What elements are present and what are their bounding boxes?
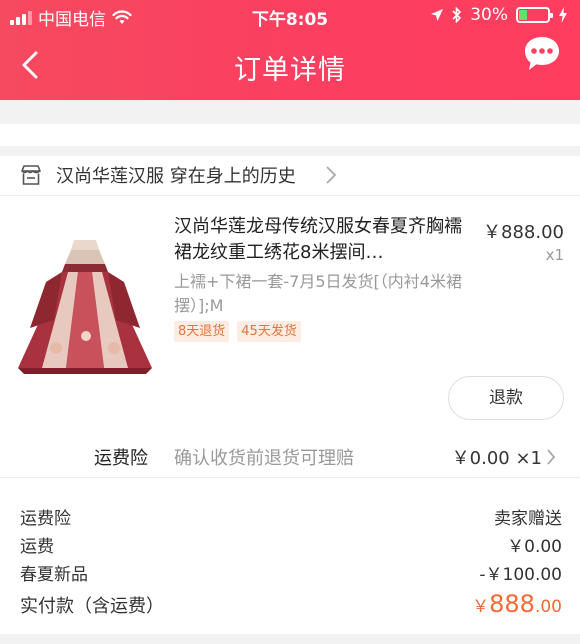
product-title[interactable]: 汉尚华莲龙母传统汉服女春夏齐胸襦裙龙纹重工绣花8米摆间… (174, 214, 464, 266)
shop-row[interactable]: 汉尚华莲汉服 穿在身上的历史 (0, 156, 580, 196)
chevron-right-icon[interactable] (325, 165, 337, 185)
product-qty: x1 (545, 246, 564, 264)
store-icon (21, 165, 41, 185)
shipping-insurance-row[interactable]: 运费险 确认收货前退货可理赔 ￥0.00 ×1 (0, 432, 580, 478)
nav-bar: 订单详情 (0, 32, 580, 100)
status-bar: 中国电信 下午8:05 30% (0, 0, 580, 32)
product-image[interactable] (16, 236, 154, 382)
top-gap (0, 100, 580, 124)
insurance-label: 运费险 (94, 448, 148, 469)
tag-ship: 45天发货 (237, 321, 301, 342)
summary-value: -￥100.00 (479, 565, 562, 585)
header: 中国电信 下午8:05 30% 订单详情 (0, 0, 580, 100)
bottom-gap (0, 634, 580, 644)
chevron-right-icon[interactable] (546, 448, 556, 466)
total-currency: ￥ (472, 597, 490, 617)
summary-value: 卖家赠送 (494, 509, 562, 529)
summary-row: 运费险 卖家赠送 (20, 504, 562, 532)
insurance-value: ￥0.00 ×1 (451, 448, 542, 469)
product-sku: 上襦+下裙一套-7月5日发货[（内衬4米裙摆）];M (174, 272, 462, 315)
address-strip (0, 124, 580, 146)
refund-button[interactable]: 退款 (448, 376, 564, 420)
summary-label: 运费险 (20, 509, 71, 529)
battery-level (519, 10, 528, 20)
total-integer: 888 (489, 590, 535, 618)
page-title: 订单详情 (234, 55, 346, 86)
total-label: 实付款（含运费） (20, 596, 164, 617)
service-tags: 8天退货 45天发货 (174, 321, 301, 342)
bluetooth-icon (452, 7, 462, 23)
summary-label: 运费 (20, 537, 54, 557)
product-price: ￥888.00 (483, 222, 564, 243)
battery-percent: 30% (470, 5, 508, 25)
summary-value: ￥0.00 (507, 537, 562, 557)
insurance-desc: 确认收货前退货可理赔 (174, 448, 354, 469)
order-card: 汉尚华莲汉服 穿在身上的历史 汉尚华莲龙母传统汉服女春夏齐胸襦裙龙纹重工绣花8米… (0, 156, 580, 634)
charging-bolt-icon (559, 7, 567, 23)
tag-return: 8天退货 (174, 321, 230, 342)
chat-bubble-icon[interactable] (522, 34, 562, 74)
status-right: 30% (430, 5, 568, 25)
total-row: 实付款（含运费） ￥888.00 (20, 590, 562, 624)
total-amount: ￥888.00 (472, 590, 562, 618)
summary-row: 春夏新品 -￥100.00 (20, 560, 562, 588)
price-summary: 运费险 卖家赠送 运费 ￥0.00 春夏新品 -￥100.00 实付款（含运费）… (20, 504, 562, 624)
summary-label: 春夏新品 (20, 565, 88, 585)
summary-row: 运费 ￥0.00 (20, 532, 562, 560)
battery-icon (516, 7, 553, 23)
shop-name[interactable]: 汉尚华莲汉服 穿在身上的历史 (56, 162, 296, 188)
total-decimal: .00 (534, 597, 562, 617)
location-arrow-icon (431, 9, 444, 21)
